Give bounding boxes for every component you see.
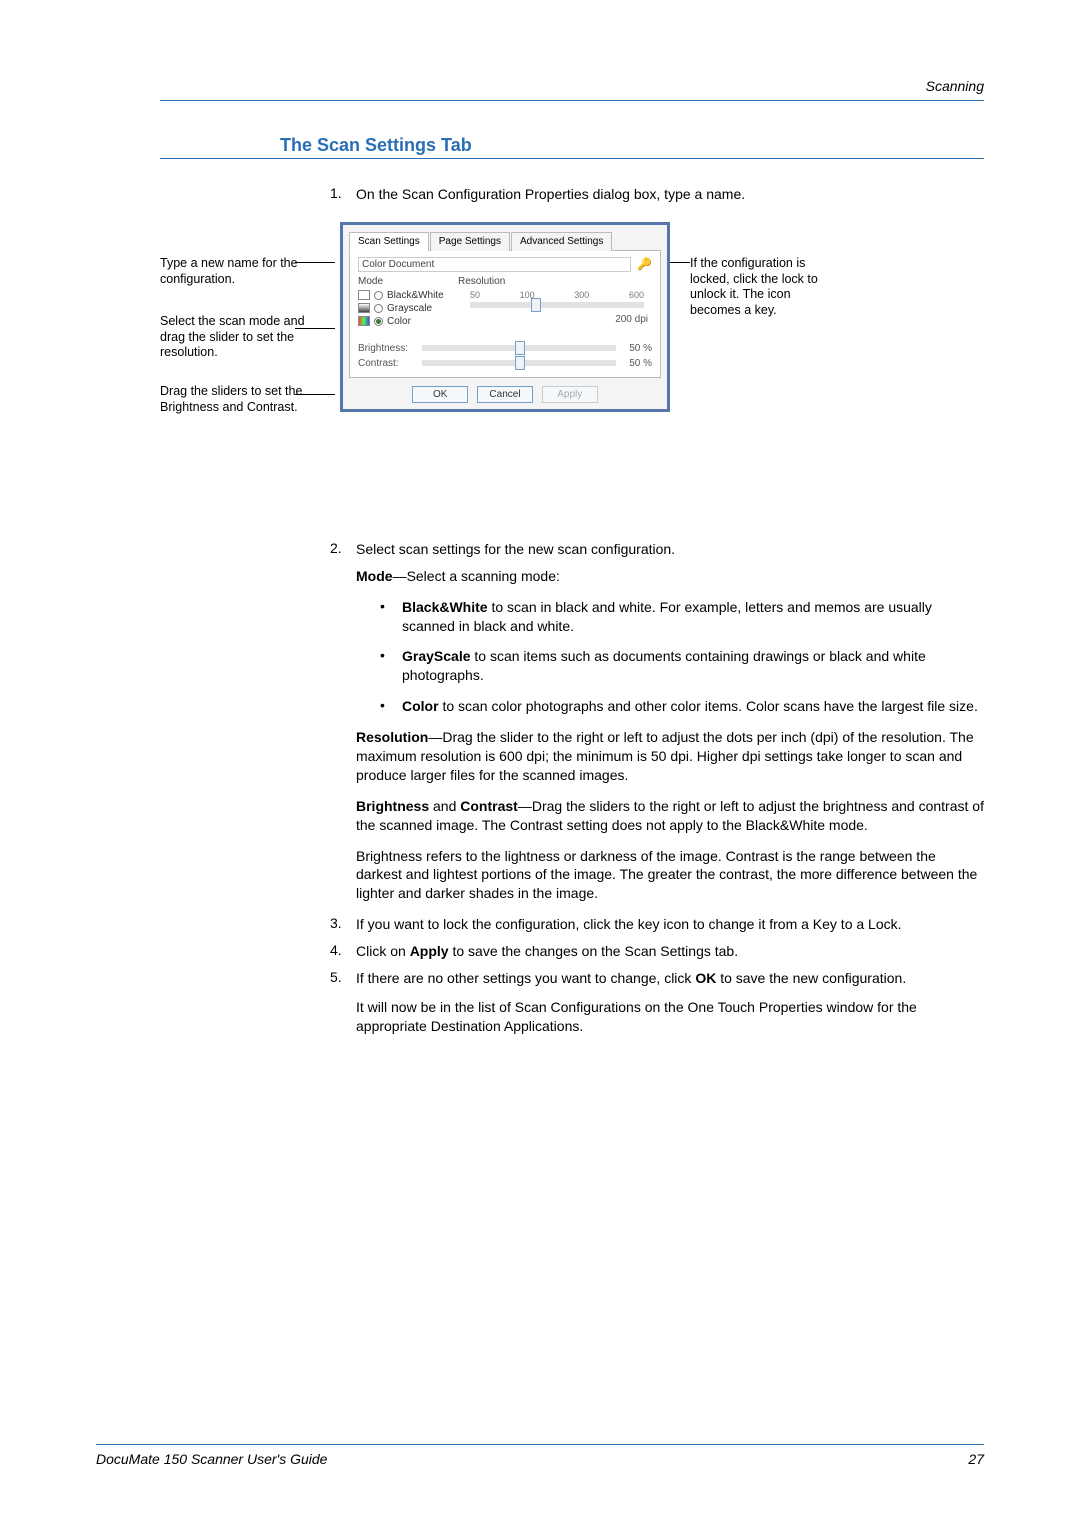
brightness-label: Brightness: [358, 343, 416, 354]
tab-page-settings[interactable]: Page Settings [430, 232, 510, 251]
mode-grayscale[interactable]: Grayscale [358, 303, 458, 314]
bullet-text: Color to scan color photographs and othe… [402, 697, 984, 716]
leader-line [295, 394, 335, 395]
radio-icon [374, 304, 383, 313]
figure: Type a new name for the configuration. S… [160, 222, 984, 512]
leader-line [670, 262, 690, 263]
heading-rule [160, 158, 984, 159]
resolution-heading: Resolution [458, 276, 505, 287]
ok-button[interactable]: OK [412, 386, 468, 403]
bullet-icon: • [380, 598, 402, 636]
step-number: 1. [330, 185, 356, 204]
tab-advanced-settings[interactable]: Advanced Settings [511, 232, 612, 251]
config-name-input[interactable]: Color Document [358, 257, 631, 272]
step-number: 3. [330, 915, 356, 934]
step-number: 2. [330, 540, 356, 559]
cancel-button[interactable]: Cancel [477, 386, 533, 403]
callout-name: Type a new name for the configuration. [160, 256, 310, 287]
tab-bar: Scan Settings Page Settings Advanced Set… [349, 231, 661, 251]
bullet-text: Black&White to scan in black and white. … [402, 598, 984, 636]
bullet-text: GrayScale to scan items such as document… [402, 647, 984, 685]
radio-icon [374, 291, 383, 300]
mode-color[interactable]: Color [358, 316, 458, 327]
step-number: 4. [330, 942, 356, 961]
step-text: If there are no other settings you want … [356, 969, 984, 988]
mode-label: Black&White [387, 290, 444, 301]
resolution-paragraph: Resolution—Drag the slider to the right … [356, 728, 984, 785]
tick-label: 600 [629, 290, 644, 300]
contrast-label: Contrast: [358, 358, 416, 369]
footer-rule [96, 1444, 984, 1445]
running-header: Scanning [160, 78, 984, 94]
callout-sliders: Drag the sliders to set the Brightness a… [160, 384, 310, 415]
color-swatch-icon [358, 316, 370, 326]
section-heading: The Scan Settings Tab [280, 135, 984, 156]
contrast-value: 50 % [622, 358, 652, 369]
page-number: 27 [968, 1451, 984, 1467]
lock-key-icon[interactable]: 🔑 [637, 257, 652, 271]
resolution-value: 200 dpi [462, 314, 652, 325]
step-text: On the Scan Configuration Properties dia… [356, 185, 984, 204]
brightness-contrast-detail: Brightness refers to the lightness or da… [356, 847, 984, 904]
apply-button[interactable]: Apply [542, 386, 598, 403]
radio-icon [374, 317, 383, 326]
resolution-slider[interactable] [470, 302, 644, 308]
bullet-icon: • [380, 647, 402, 685]
contrast-slider[interactable] [422, 360, 616, 366]
callout-mode: Select the scan mode and drag the slider… [160, 314, 310, 361]
slider-thumb-icon[interactable] [515, 341, 525, 355]
leader-line [295, 262, 335, 263]
mode-intro: Mode—Select a scanning mode: [356, 567, 984, 586]
step-text: If you want to lock the configuration, c… [356, 915, 984, 934]
slider-thumb-icon[interactable] [515, 356, 525, 370]
step-number: 5. [330, 969, 356, 1036]
tab-scan-settings[interactable]: Scan Settings [349, 232, 429, 251]
tick-label: 50 [470, 290, 480, 300]
bullet-icon: • [380, 697, 402, 716]
step-text: Select scan settings for the new scan co… [356, 540, 984, 559]
step-followup: It will now be in the list of Scan Confi… [356, 998, 984, 1036]
leader-line [295, 328, 335, 329]
brightness-value: 50 % [622, 343, 652, 354]
mode-label: Grayscale [387, 303, 432, 314]
callout-lock: If the configuration is locked, click th… [690, 256, 830, 319]
mode-label: Color [387, 316, 411, 327]
bw-swatch-icon [358, 290, 370, 300]
mode-heading: Mode [358, 276, 458, 287]
header-rule [160, 100, 984, 101]
tick-label: 300 [574, 290, 589, 300]
grayscale-swatch-icon [358, 303, 370, 313]
footer-title: DocuMate 150 Scanner User's Guide [96, 1451, 327, 1467]
scan-settings-dialog: Scan Settings Page Settings Advanced Set… [340, 222, 670, 412]
step-text: Click on Apply to save the changes on th… [356, 942, 984, 961]
brightness-contrast-paragraph: Brightness and Contrast—Drag the sliders… [356, 797, 984, 835]
mode-blackwhite[interactable]: Black&White [358, 290, 458, 301]
slider-thumb-icon[interactable] [531, 298, 541, 312]
brightness-slider[interactable] [422, 345, 616, 351]
